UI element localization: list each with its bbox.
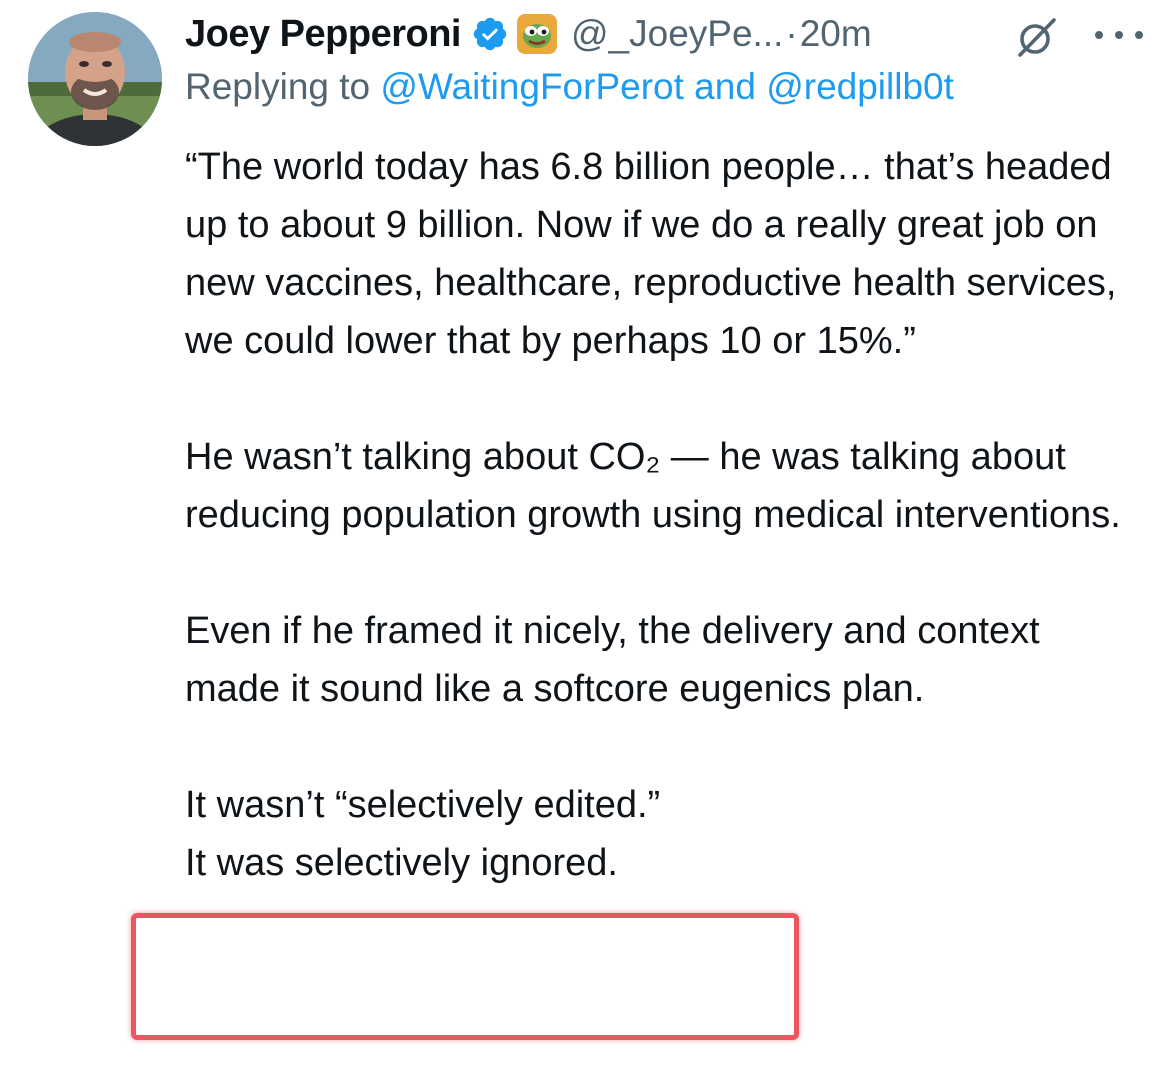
verified-badge-icon[interactable] (471, 15, 509, 53)
tweet-header: Joey Pepperoni @_JoeyPe... · 20m (185, 8, 872, 60)
mention-link[interactable]: @redpillb0t (766, 66, 954, 107)
separator-dot: · (785, 13, 798, 54)
tweet-paragraph: Even if he framed it nicely, the deliver… (185, 610, 1040, 710)
tweet-text: “The world today has 6.8 billion people…… (185, 138, 1145, 892)
replying-to: Replying to @WaitingForPerot and @redpil… (185, 66, 954, 108)
grok-icon[interactable] (1014, 14, 1060, 60)
tweet-paragraph: It was selectively ignored. (185, 842, 618, 884)
more-options-icon[interactable] (1095, 20, 1143, 50)
tweet-paragraph: “The world today has 6.8 billion people…… (185, 146, 1117, 362)
mention-link[interactable]: @WaitingForPerot (380, 66, 684, 107)
timestamp[interactable]: 20m (800, 13, 872, 55)
highlight-annotation-box (131, 913, 799, 1040)
avatar[interactable] (28, 12, 162, 146)
tweet: Joey Pepperoni @_JoeyPe... · 20m Replyin… (0, 0, 1170, 1074)
tweet-paragraph: He wasn’t talking about CO₂ — he was tal… (185, 436, 1121, 536)
replying-to-label: Replying to (185, 66, 381, 107)
author-handle[interactable]: @_JoeyPe... (571, 13, 783, 55)
pepe-frog-icon[interactable] (516, 14, 557, 54)
mention-joiner[interactable]: and (684, 66, 766, 107)
tweet-paragraph: It wasn’t “selectively edited.” (185, 784, 661, 826)
display-name[interactable]: Joey Pepperoni (185, 13, 461, 56)
